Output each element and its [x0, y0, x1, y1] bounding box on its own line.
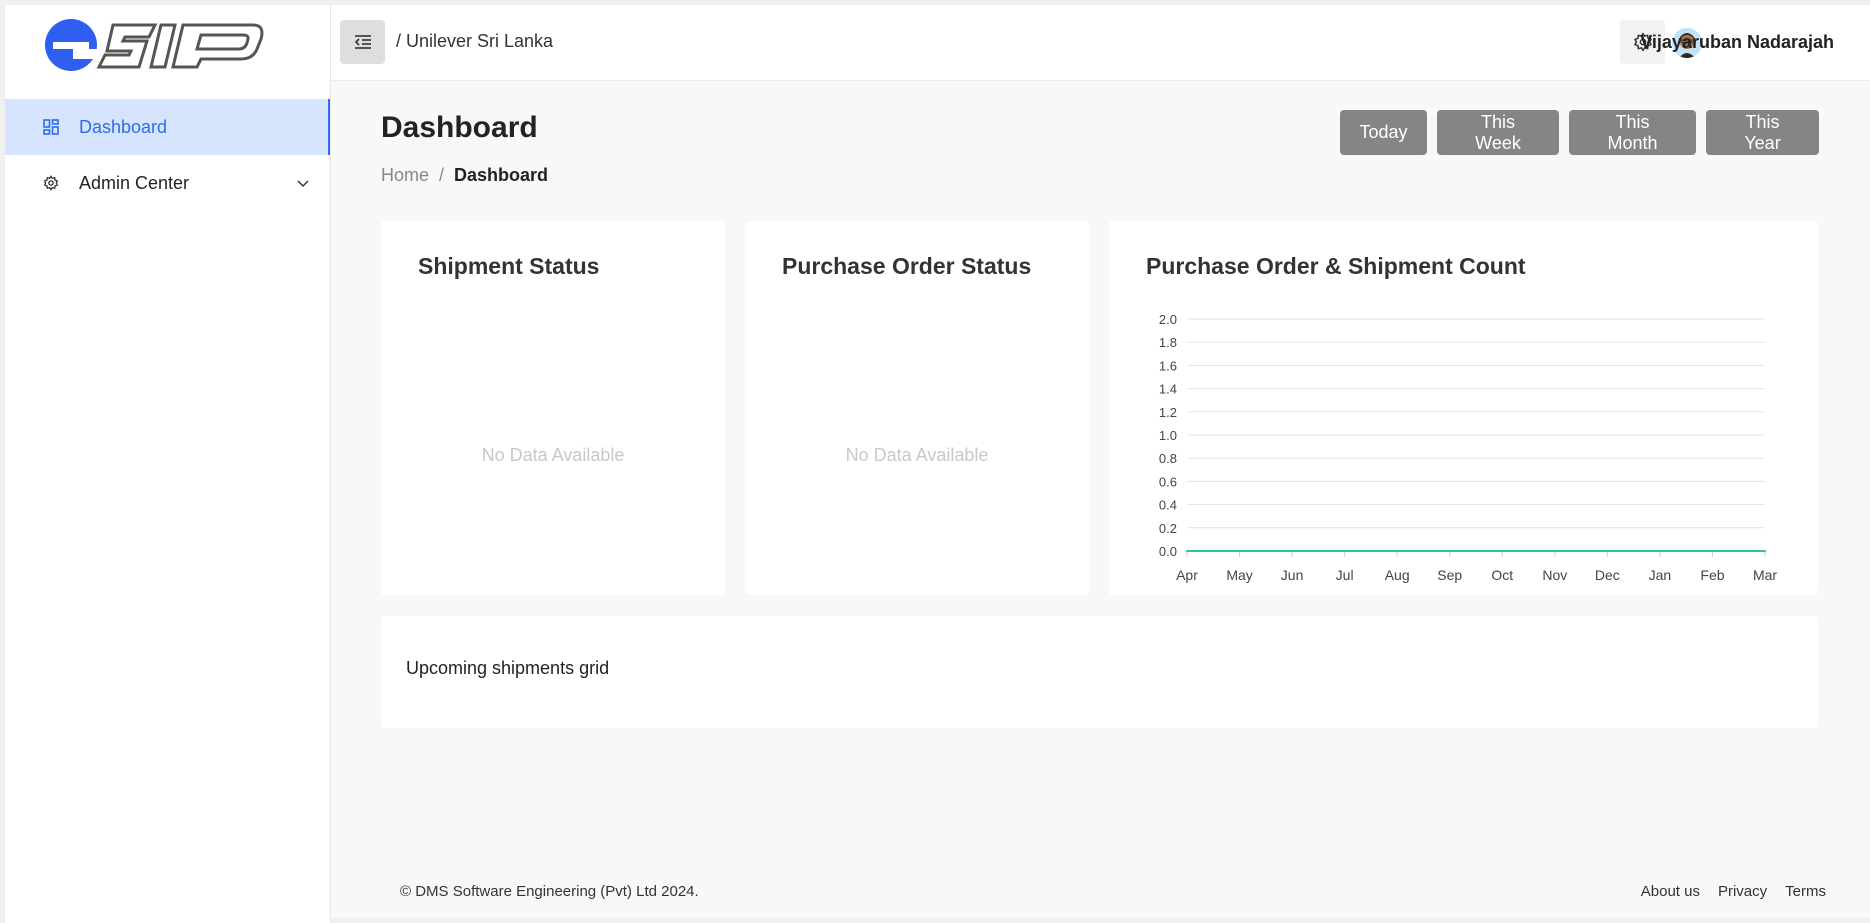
- data-point: [1764, 550, 1766, 552]
- x-tick-label: Jul: [1336, 567, 1354, 583]
- data-point: [1501, 550, 1504, 552]
- privacy-link[interactable]: Privacy: [1718, 883, 1767, 900]
- dashboard-icon: [41, 117, 61, 137]
- top-header: / Unilever Sri Lanka Vijayaruban Nadaraj…: [331, 5, 1870, 81]
- collapse-menu-button[interactable]: [340, 20, 385, 64]
- data-point: [1238, 550, 1241, 552]
- x-tick-label: Apr: [1176, 567, 1198, 583]
- x-tick-label: Mar: [1753, 567, 1777, 583]
- gear-icon: [41, 173, 61, 193]
- data-point: [1553, 550, 1556, 552]
- y-tick-label: 1.6: [1159, 358, 1177, 373]
- about-us-link[interactable]: About us: [1641, 883, 1700, 900]
- period-filter: Today This Week This Month This Year: [1340, 110, 1819, 155]
- x-tick-label: Sep: [1437, 567, 1462, 583]
- empty-state: No Data Available: [845, 445, 989, 465]
- y-tick-label: 0.6: [1159, 474, 1177, 489]
- y-tick-label: 1.8: [1159, 335, 1177, 350]
- this-year-button[interactable]: This Year: [1706, 110, 1819, 155]
- footer-copyright: © DMS Software Engineering (Pvt) Ltd 202…: [400, 883, 699, 900]
- sidebar-item-label: Admin Center: [79, 172, 190, 193]
- count-line-chart: 2.0 1.8 1.6 1.4 1.2 1.0 0.8 0.6 0.4 0.2 0.0 Apr May J…: [1159, 312, 1777, 583]
- app-root: Dashboard Admin Center / Unilever Sri La…: [0, 0, 1870, 923]
- y-tick-label: 0.0: [1159, 544, 1177, 559]
- organization-breadcrumb: / Unilever Sri Lanka: [396, 31, 554, 51]
- x-tick-label: Oct: [1491, 567, 1513, 583]
- today-button[interactable]: Today: [1340, 110, 1427, 155]
- x-tick-label: Feb: [1700, 567, 1724, 583]
- upcoming-shipments-grid: Upcoming shipments grid: [381, 616, 1818, 728]
- po-shipment-count-card: Purchase Order & Shipment Count 2.0 1.8 1.…: [1109, 221, 1818, 595]
- x-tick-label: Nov: [1542, 567, 1567, 583]
- x-tick-label: Dec: [1595, 567, 1620, 583]
- terms-link[interactable]: Terms: [1785, 883, 1826, 900]
- x-tick-label: May: [1226, 567, 1252, 583]
- breadcrumb-current: Dashboard: [454, 165, 549, 185]
- sidebar-item-dashboard[interactable]: Dashboard: [5, 99, 330, 155]
- this-week-button[interactable]: This Week: [1437, 110, 1559, 155]
- x-tick-label: Jun: [1281, 567, 1304, 583]
- card-title: Shipment Status: [418, 253, 600, 279]
- y-tick-label: 1.2: [1159, 405, 1177, 420]
- breadcrumb-home[interactable]: Home: [381, 165, 429, 185]
- y-tick-label: 2.0: [1159, 312, 1177, 327]
- sidebar-item-label: Dashboard: [79, 116, 168, 137]
- chevron-down-icon: [297, 180, 309, 188]
- data-point: [1448, 550, 1451, 552]
- footer-links: About us Privacy Terms: [1641, 883, 1826, 900]
- card-title: Purchase Order Status: [782, 253, 1032, 279]
- x-tick-label: Aug: [1385, 567, 1410, 583]
- data-point: [1186, 550, 1188, 552]
- user-name[interactable]: Vijayaruban Nadarajah: [1640, 32, 1834, 53]
- main-content: Dashboard Home / Dashboard Today This Week…: [331, 81, 1870, 918]
- data-point: [1658, 550, 1661, 552]
- data-point: [1396, 550, 1399, 552]
- purchase-order-status-card: Purchase Order Status No Data Available: [745, 221, 1089, 595]
- y-tick-label: 0.8: [1159, 451, 1177, 466]
- data-point: [1291, 550, 1294, 552]
- y-tick-label: 1.0: [1159, 428, 1177, 443]
- shipment-status-card: Shipment Status No Data Available: [381, 221, 725, 595]
- empty-state: No Data Available: [481, 445, 625, 465]
- data-point: [1711, 550, 1714, 552]
- x-tick-label: Jan: [1649, 567, 1672, 583]
- y-tick-label: 0.4: [1159, 498, 1177, 513]
- y-tick-label: 0.2: [1159, 521, 1177, 536]
- sidebar: Dashboard Admin Center: [5, 5, 331, 923]
- data-point: [1606, 550, 1609, 552]
- breadcrumb-separator: /: [439, 165, 445, 185]
- this-month-button[interactable]: This Month: [1569, 110, 1696, 155]
- data-point: [1343, 550, 1346, 552]
- breadcrumb: Home / Dashboard: [381, 165, 548, 186]
- y-tick-label: 1.4: [1159, 382, 1177, 397]
- esip-logo: [45, 19, 264, 71]
- page-title: Dashboard: [381, 111, 538, 144]
- sidebar-item-admin-center[interactable]: Admin Center: [5, 155, 330, 211]
- menu-fold-icon: [354, 35, 371, 49]
- grid-label: Upcoming shipments grid: [406, 658, 610, 678]
